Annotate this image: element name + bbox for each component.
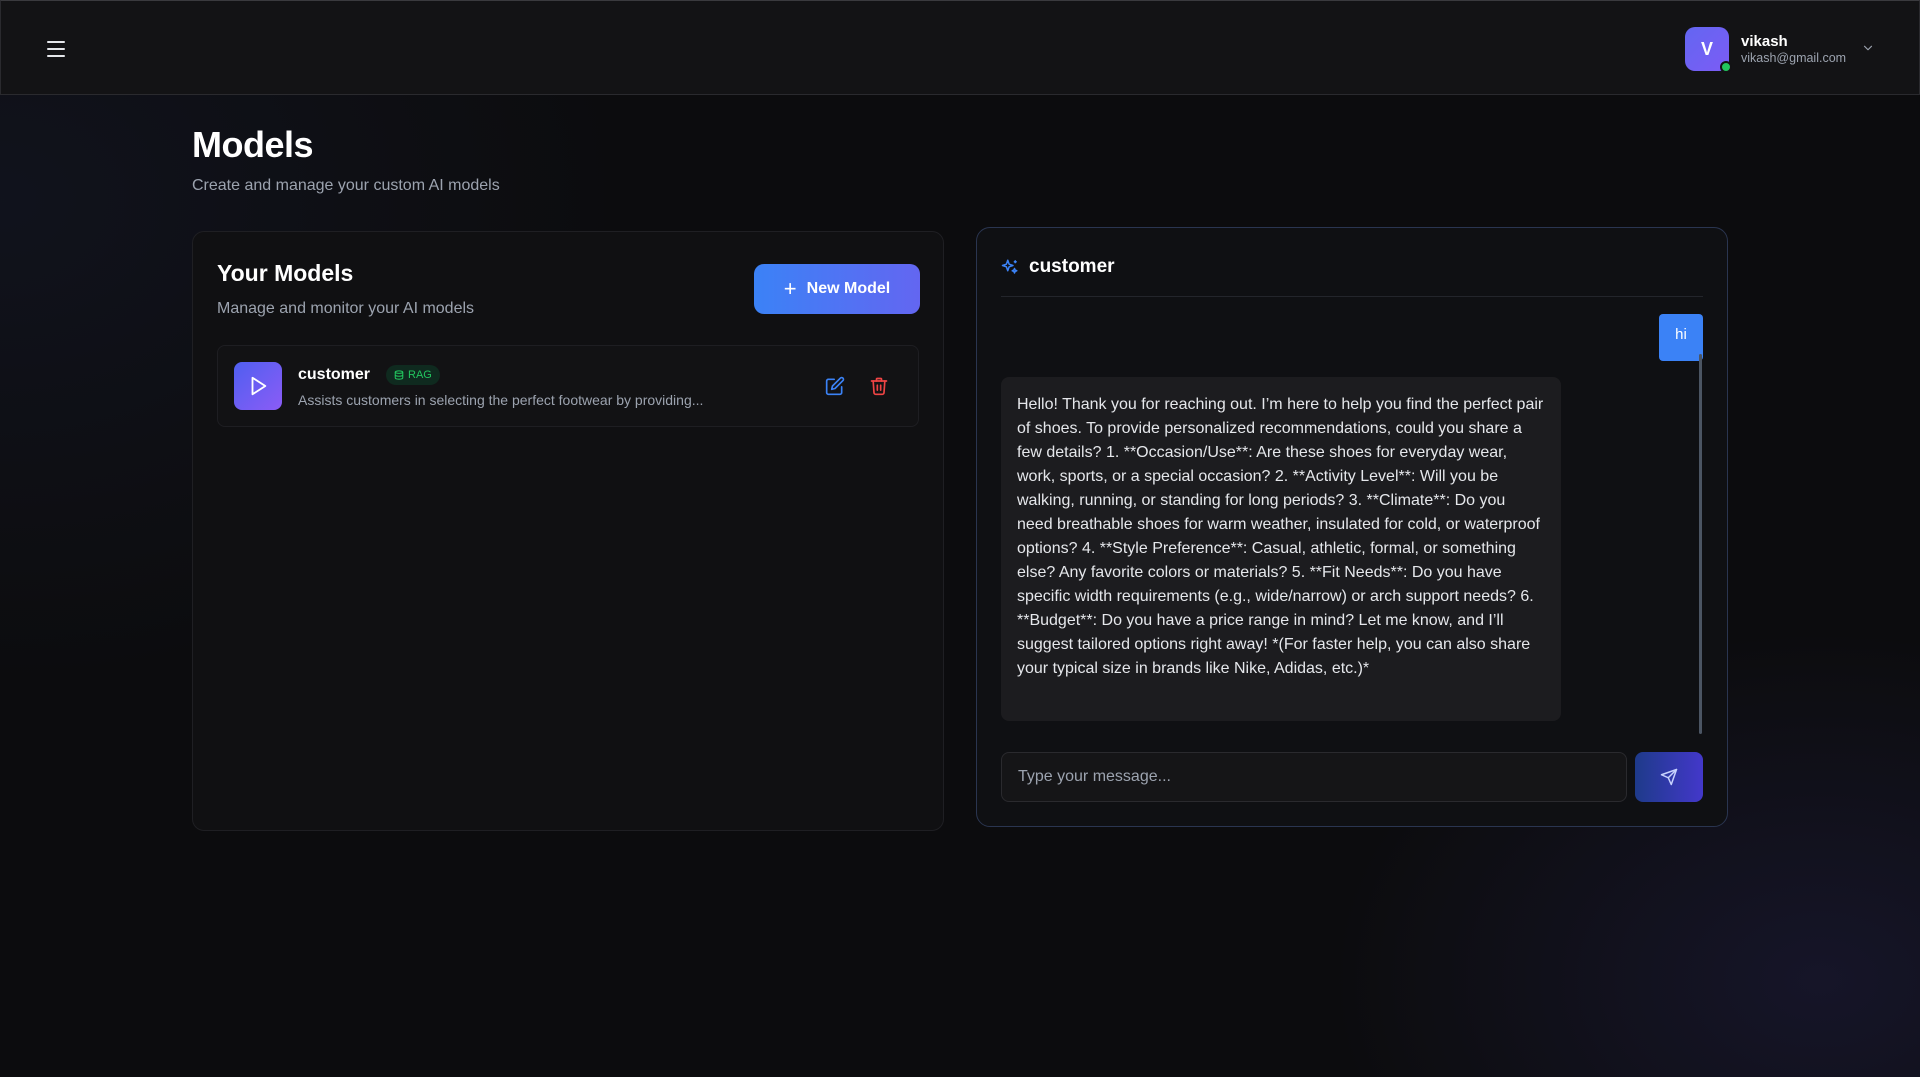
new-model-button[interactable]: + New Model [754,264,920,314]
plus-icon: + [783,276,797,301]
models-panel: Your Models Manage and monitor your AI m… [192,231,944,831]
sparkles-icon [1001,259,1018,274]
send-button[interactable] [1635,752,1703,802]
model-card[interactable]: customer RAG Assists customers in select… [217,345,919,427]
message-input[interactable] [1001,752,1627,802]
user-name: vikash [1741,32,1788,50]
trash-icon[interactable] [869,376,889,396]
edit-icon[interactable] [825,376,845,396]
new-model-button-label: New Model [806,280,891,297]
chat-scrollbar[interactable] [1699,354,1702,734]
user-message-text: hi [1675,326,1687,343]
rag-badge-label: RAG [408,369,432,381]
chat-title: customer [1029,256,1115,277]
page-title: Models [192,124,314,165]
user-info: vikash vikash@gmail.com [1741,33,1846,66]
models-panel-subtitle: Manage and monitor your AI models [217,300,475,317]
assistant-message-bubble: Hello! Thank you for reaching out. I’m h… [1001,377,1561,721]
models-panel-title: Your Models [217,260,354,286]
database-icon [394,370,404,380]
model-description: Assists customers in selecting the perfe… [298,392,704,408]
user-email: vikash@gmail.com [1741,50,1847,65]
chat-panel: customer hi Hello! Thank you for reachin… [976,227,1728,827]
user-menu[interactable]: V vikash vikash@gmail.com [1685,27,1846,73]
play-icon[interactable] [234,362,282,410]
rag-badge: RAG [386,365,440,385]
chat-header: customer [1001,256,1115,278]
send-icon [1660,768,1678,786]
avatar[interactable]: V [1685,27,1732,73]
avatar-initial: V [1700,38,1713,59]
chevron-down-icon[interactable] [1861,41,1875,55]
assistant-message-text: Hello! Thank you for reaching out. I’m h… [1017,396,1544,677]
hamburger-menu-icon[interactable] [45,39,67,59]
model-name: customer [298,366,371,383]
top-bar: V vikash vikash@gmail.com [0,0,1920,95]
divider [1001,296,1703,297]
online-status-indicator [1720,61,1732,73]
page-subtitle: Create and manage your custom AI models [192,177,500,194]
user-message-bubble: hi [1659,314,1703,361]
